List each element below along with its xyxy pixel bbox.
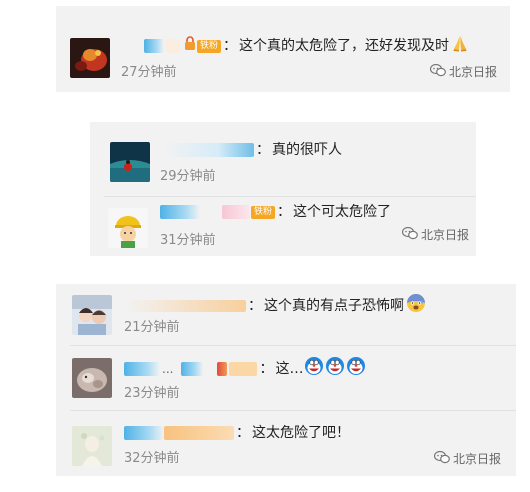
praying-hands-icon bbox=[451, 34, 469, 58]
comment-text: 这太危险了吧！ bbox=[252, 425, 350, 441]
watermark: 北京日报 bbox=[429, 63, 498, 80]
colon: ： bbox=[277, 204, 292, 220]
watermark-text: 北京日报 bbox=[449, 65, 498, 79]
colon: ： bbox=[259, 361, 274, 377]
username-blurred[interactable] bbox=[164, 143, 254, 157]
lock-icon bbox=[184, 35, 196, 57]
comment-text: 这… bbox=[275, 361, 304, 377]
comment-text: 这个真的太危险了，还好发现及时 bbox=[239, 38, 450, 54]
fan-badge: 铁粉 bbox=[197, 39, 222, 53]
comment-card-1: 铁粉 ： 这个真的太危险了，还好发现及时 27分钟前 北京日报 bbox=[56, 6, 510, 92]
username-blurred[interactable] bbox=[126, 300, 246, 312]
watermark: 北京日报 bbox=[433, 450, 502, 467]
comment-row: 铁粉 ： 这个可太危险了 31分钟前 北京日报 bbox=[90, 198, 476, 256]
watermark-text: 北京日报 bbox=[453, 452, 502, 466]
comment-time: 23分钟前 bbox=[124, 386, 180, 401]
comment-time: 31分钟前 bbox=[160, 233, 216, 248]
avatar[interactable] bbox=[110, 142, 150, 182]
comment-row: 铁粉 ： 这个真的太危险了，还好发现及时 27分钟前 北京日报 bbox=[56, 6, 510, 92]
comment-row: ... ： 这… 23分钟前 bbox=[56, 346, 516, 410]
username-blurred[interactable]: 铁粉 bbox=[144, 35, 222, 57]
comment-time: 29分钟前 bbox=[160, 169, 216, 184]
wechat-icon bbox=[401, 226, 418, 243]
comment-row: ： 真的很吓人 29分钟前 bbox=[90, 122, 476, 192]
comment-line: 铁粉 ： 这个可太危险了 bbox=[160, 202, 391, 222]
fan-badge: 铁粉 bbox=[251, 205, 276, 219]
avatar[interactable] bbox=[72, 295, 112, 335]
doraemon-icon bbox=[325, 356, 345, 382]
comment-text: 真的很吓人 bbox=[272, 142, 342, 158]
colon: ： bbox=[248, 298, 262, 314]
divider bbox=[104, 196, 476, 197]
comment-text: 这个真的有点子恐怖啊 bbox=[264, 298, 404, 314]
avatar[interactable] bbox=[72, 426, 112, 466]
wechat-icon bbox=[429, 63, 446, 80]
avatar[interactable] bbox=[108, 208, 148, 248]
watermark: 北京日报 bbox=[401, 226, 470, 243]
avatar[interactable] bbox=[72, 358, 112, 398]
comment-line: ... ： 这… bbox=[124, 356, 366, 382]
doraemon-icon bbox=[346, 356, 366, 382]
username-blurred[interactable]: ... bbox=[124, 359, 258, 379]
comment-row: ： 这太危险了吧！ 32分钟前 北京日报 bbox=[56, 411, 516, 476]
fearful-face-icon bbox=[406, 293, 426, 319]
colon: ： bbox=[223, 38, 238, 54]
username-blurred[interactable]: 铁粉 bbox=[160, 205, 276, 219]
avatar[interactable] bbox=[70, 38, 110, 78]
wechat-icon bbox=[433, 450, 450, 467]
watermark-text: 北京日报 bbox=[421, 228, 470, 242]
colon: ： bbox=[236, 425, 250, 441]
comment-time: 32分钟前 bbox=[124, 451, 180, 466]
colon: ： bbox=[256, 142, 270, 158]
comment-card-3: ： 这个真的有点子恐怖啊 21分钟前 ... ： 这… 23分钟前 ： 这太危险… bbox=[56, 284, 516, 476]
comment-line: 铁粉 ： 这个真的太危险了，还好发现及时 bbox=[144, 34, 469, 58]
comment-time: 27分钟前 bbox=[121, 65, 177, 80]
comment-line: ： 这太危险了吧！ bbox=[124, 423, 350, 443]
comment-line: ： 这个真的有点子恐怖啊 bbox=[126, 293, 426, 319]
comment-time: 21分钟前 bbox=[124, 320, 180, 335]
comment-card-2: ： 真的很吓人 29分钟前 铁粉 ： 这个可太危险了 31分钟前 北京日报 bbox=[90, 122, 476, 256]
doraemon-icon bbox=[304, 356, 324, 382]
username-blurred[interactable] bbox=[124, 426, 234, 440]
comment-row: ： 这个真的有点子恐怖啊 21分钟前 bbox=[56, 284, 516, 344]
comment-line: ： 真的很吓人 bbox=[164, 140, 342, 160]
comment-text: 这个可太危险了 bbox=[293, 204, 392, 220]
